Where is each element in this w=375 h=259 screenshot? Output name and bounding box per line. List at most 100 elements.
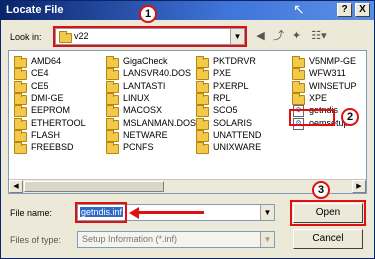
folder-icon — [196, 105, 209, 118]
locate-file-dialog: Locate File ? X ↖ Look in: v22 ▼ ◀ ⤴ ✦ ☷… — [0, 0, 375, 259]
folder-item[interactable]: GigaCheck — [104, 56, 192, 69]
file-type-dropdown[interactable]: Setup Information (*.inf) ▼ — [77, 231, 275, 248]
folder-item[interactable]: NETWARE — [104, 129, 192, 143]
folder-item[interactable]: LANSVR40.DOS — [104, 68, 192, 81]
item-name: PCNFS — [123, 142, 154, 153]
folder-item[interactable]: ETHERTOOL — [12, 117, 100, 131]
folder-item[interactable]: SCO5 — [194, 105, 282, 118]
folder-icon — [292, 68, 305, 81]
new-folder-icon[interactable]: ✦ — [289, 29, 304, 44]
folder-item[interactable]: PKTDRVR — [194, 56, 282, 69]
folder-icon — [292, 80, 305, 93]
highlight-file-name — [75, 202, 127, 223]
mouse-cursor-icon: ↖ — [293, 1, 305, 17]
folder-icon — [292, 92, 305, 105]
scroll-right-icon[interactable]: ▶ — [352, 180, 366, 193]
folder-item[interactable]: RPL — [194, 92, 282, 106]
item-name: UNIXWARE — [213, 142, 262, 153]
folder-icon — [14, 92, 27, 105]
folder-item[interactable]: WINSETUP — [290, 80, 374, 94]
folder-icon — [14, 68, 27, 81]
folder-icon — [14, 56, 27, 68]
chevron-down-icon[interactable]: ▼ — [260, 205, 274, 220]
folder-icon — [196, 68, 209, 81]
folder-icon — [106, 105, 119, 118]
folder-item[interactable]: CE5 — [12, 80, 100, 94]
item-name: RPL — [213, 92, 231, 103]
scroll-left-icon[interactable]: ◀ — [9, 180, 23, 193]
folder-icon — [196, 142, 209, 155]
item-name: UNATTEND — [213, 129, 262, 140]
folder-item[interactable]: EEPROM — [12, 105, 100, 118]
folder-item[interactable]: AMD64 — [12, 56, 100, 69]
folder-icon — [196, 56, 209, 68]
folder-item[interactable]: FREEBSD — [12, 142, 100, 155]
folder-item[interactable]: XPE — [290, 92, 374, 106]
folder-item[interactable]: PXERPL — [194, 80, 282, 94]
item-name: MACOSX — [123, 105, 163, 116]
folder-item[interactable]: UNIXWARE — [194, 142, 282, 155]
folder-icon — [106, 80, 119, 93]
item-name: AMD64 — [31, 56, 62, 66]
folder-icon — [14, 129, 27, 142]
folder-item[interactable]: UNATTEND — [194, 129, 282, 143]
arrow-line — [138, 211, 204, 214]
help-button[interactable]: ? — [337, 3, 352, 17]
item-name: LINUX — [123, 92, 150, 103]
up-folder-icon[interactable]: ⤴ — [271, 29, 286, 44]
item-name: LANSVR40.DOS — [123, 68, 192, 79]
folder-icon — [292, 56, 305, 68]
highlight-getndis — [289, 109, 335, 126]
scroll-thumb[interactable] — [24, 181, 164, 192]
folder-item[interactable]: DMI-GE — [12, 92, 100, 106]
folder-icon — [106, 117, 119, 130]
folder-item[interactable]: FLASH — [12, 129, 100, 143]
folder-icon — [14, 105, 27, 118]
item-name: PXE — [213, 68, 232, 79]
folder-icon — [106, 56, 119, 68]
folder-icon — [196, 92, 209, 105]
item-name: PXERPL — [213, 80, 249, 91]
folder-icon — [14, 80, 27, 93]
file-type-value: Setup Information (*.inf) — [82, 234, 178, 244]
item-name: CE5 — [31, 80, 49, 91]
folder-item[interactable]: LINUX — [104, 92, 192, 106]
folder-item[interactable]: MACOSX — [104, 105, 192, 118]
folder-item[interactable]: PXE — [194, 68, 282, 81]
title-bar: Locate File ? X — [1, 1, 374, 20]
folder-icon — [106, 68, 119, 81]
back-arrow-icon[interactable]: ◀ — [253, 29, 268, 44]
folder-item[interactable]: V5NMP-GE — [290, 56, 374, 69]
folder-icon — [106, 92, 119, 105]
item-name: NETWARE — [123, 129, 168, 140]
item-name: LANTASTI — [123, 80, 166, 91]
close-button[interactable]: X — [355, 3, 370, 17]
folder-icon — [196, 117, 209, 130]
step-marker-2: 2 — [341, 108, 359, 126]
folder-icon — [196, 80, 209, 93]
file-type-label: Files of type: — [10, 235, 62, 245]
folder-icon — [196, 129, 209, 142]
views-menu-icon[interactable]: ☷▾ — [309, 29, 329, 44]
folder-icon — [106, 142, 119, 155]
item-name: SOLARIS — [213, 117, 253, 128]
folder-item[interactable]: CE4 — [12, 68, 100, 81]
folder-item[interactable]: SOLARIS — [194, 117, 282, 131]
folder-item[interactable]: PCNFS — [104, 142, 192, 155]
item-name: DMI-GE — [31, 92, 64, 103]
folder-icon — [14, 117, 27, 130]
folder-item[interactable]: MSLANMAN.DOS — [104, 117, 196, 131]
folder-icon — [106, 129, 119, 142]
chevron-down-icon[interactable]: ▼ — [260, 232, 274, 247]
item-name: FLASH — [31, 129, 61, 140]
item-name: ETHERTOOL — [31, 117, 86, 128]
window-title: Locate File — [6, 4, 64, 16]
folder-icon — [14, 142, 27, 155]
item-name: SCO5 — [213, 105, 238, 116]
cancel-button[interactable]: Cancel — [293, 229, 363, 249]
folder-item[interactable]: LANTASTI — [104, 80, 192, 94]
item-name: XPE — [309, 92, 328, 103]
folder-item[interactable]: WFW311 — [290, 68, 374, 81]
item-name: WINSETUP — [309, 80, 357, 91]
item-name: EEPROM — [31, 105, 71, 116]
